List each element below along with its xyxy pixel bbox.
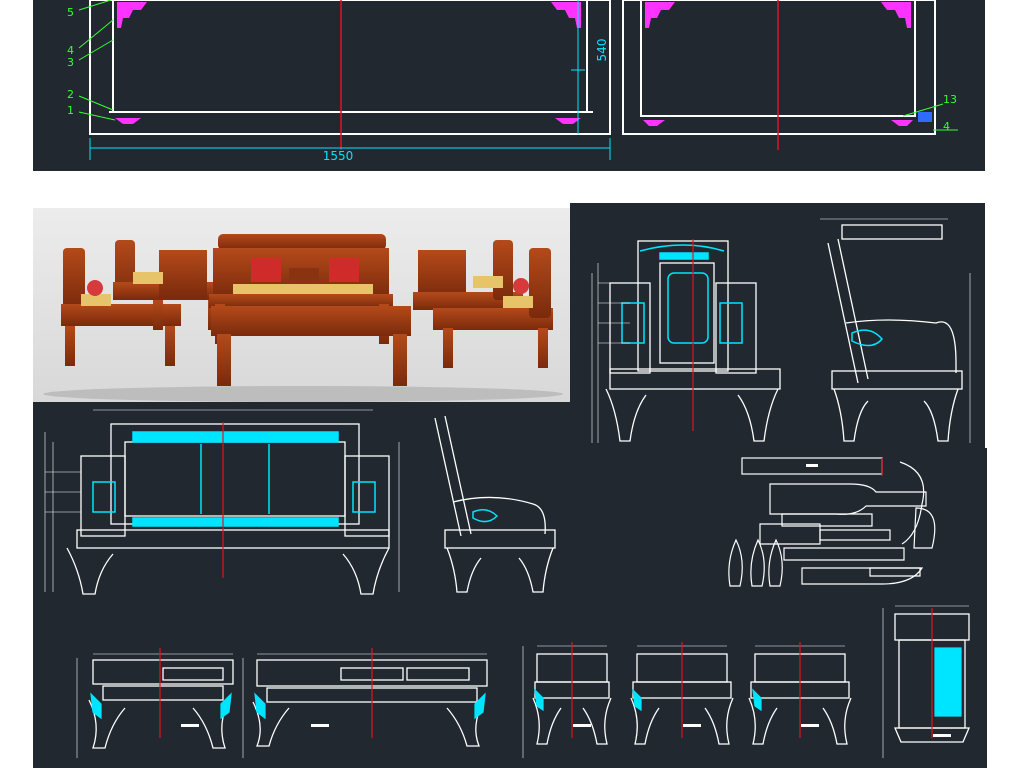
height-dimension: 540 xyxy=(595,39,609,62)
table-elevation-panel xyxy=(33,598,987,768)
elevation-drawing: 1550 540 5 4 3 2 1 13 4 xyxy=(67,0,958,163)
top-elevation-panel: 1550 540 5 4 3 2 1 13 4 xyxy=(33,0,985,171)
callout-label: 13 xyxy=(943,93,957,106)
tables-drawing xyxy=(76,605,970,758)
chair-elevation-panel xyxy=(570,203,985,448)
callout-label: 1 xyxy=(67,104,74,117)
callout-label: 5 xyxy=(67,6,74,19)
parts-layout-panel xyxy=(570,448,987,598)
callout-label: 4 xyxy=(943,120,950,133)
furniture-set-photo xyxy=(33,208,570,402)
width-dimension: 1550 xyxy=(323,149,354,163)
parts-drawing xyxy=(728,457,936,587)
carving-ornament xyxy=(115,2,581,124)
chair-drawing xyxy=(591,218,971,443)
sofa-elevation-panel xyxy=(33,402,570,598)
callout-label: 2 xyxy=(67,88,74,101)
callout-label: 3 xyxy=(67,56,74,69)
sofa-drawing xyxy=(44,409,556,595)
sofa-set-image xyxy=(43,234,563,402)
